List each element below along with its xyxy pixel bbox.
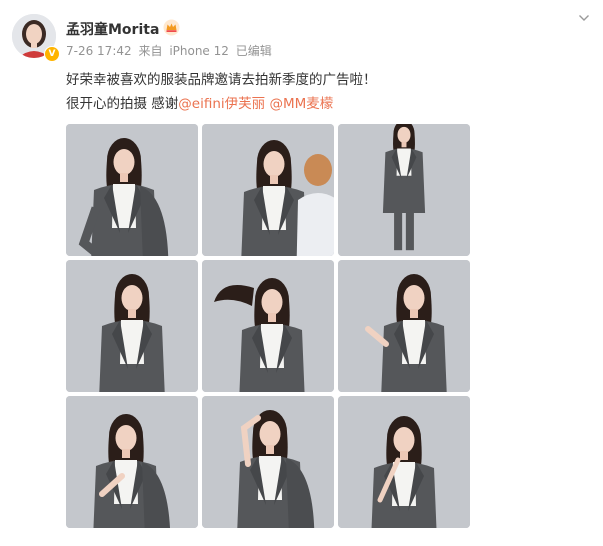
post-meta: 7-26 17:42 来自 iPhone 12 已编辑 bbox=[66, 42, 275, 59]
photo-thumbnail[interactable] bbox=[338, 260, 470, 392]
photo-image bbox=[338, 396, 470, 528]
photo-image bbox=[66, 124, 198, 256]
photo-thumbnail[interactable] bbox=[202, 124, 334, 256]
username[interactable]: 孟羽童Morita bbox=[66, 19, 159, 39]
photo-image bbox=[202, 124, 334, 256]
photo-thumbnail[interactable] bbox=[202, 260, 334, 392]
post-text-line1: 好荣幸被喜欢的服装品牌邀请去拍新季度的广告啦！ bbox=[66, 72, 377, 88]
post-text-line2: 很开心的拍摄 感谢@eifini伊芙丽 @MM麦檬 bbox=[66, 92, 586, 116]
photo-thumbnail[interactable] bbox=[66, 260, 198, 392]
photo-image bbox=[66, 396, 198, 528]
photo-image bbox=[202, 396, 334, 528]
post-device: iPhone 12 bbox=[169, 44, 229, 58]
photo-thumbnail[interactable] bbox=[66, 396, 198, 528]
chevron-down-icon[interactable] bbox=[578, 12, 590, 24]
mention-link-eifini[interactable]: @eifini伊芙丽 bbox=[178, 96, 265, 112]
post-body: 好荣幸被喜欢的服装品牌邀请去拍新季度的广告啦！ 很开心的拍摄 感谢@eifini… bbox=[66, 68, 586, 116]
post-edited[interactable]: 已编辑 bbox=[236, 44, 272, 58]
photo-thumbnail[interactable] bbox=[338, 124, 470, 256]
photo-thumbnail[interactable] bbox=[338, 396, 470, 528]
photo-thumbnail[interactable] bbox=[66, 124, 198, 256]
vip-crown-icon[interactable] bbox=[163, 19, 180, 36]
mention-link-mm[interactable]: @MM麦檬 bbox=[269, 96, 333, 112]
post-source-prefix: 来自 bbox=[138, 44, 163, 58]
post-date[interactable]: 7-26 17:42 bbox=[66, 44, 132, 58]
photo-image bbox=[66, 260, 198, 392]
post-text-line2-prefix: 很开心的拍摄 感谢 bbox=[66, 96, 179, 112]
photo-grid bbox=[66, 124, 470, 528]
photo-image bbox=[338, 124, 470, 256]
photo-thumbnail[interactable] bbox=[202, 396, 334, 528]
photo-image bbox=[202, 260, 334, 392]
verified-badge-icon: V bbox=[44, 46, 60, 62]
photo-image bbox=[338, 260, 470, 392]
